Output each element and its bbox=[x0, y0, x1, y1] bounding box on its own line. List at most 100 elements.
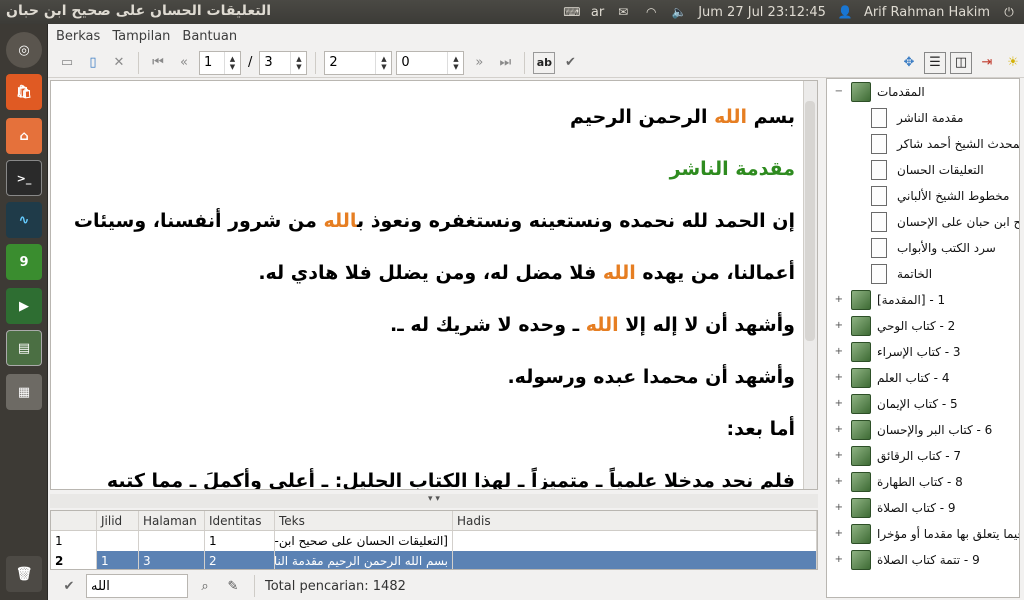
page-spinner[interactable]: 2 ▲ ▼ bbox=[324, 50, 393, 75]
move-icon[interactable]: ✥ bbox=[898, 52, 920, 74]
expand-icon[interactable]: + bbox=[833, 555, 843, 565]
reading-pane[interactable]: بسم الله الرحمن الرحيم مقدمة الناشر إن الح… bbox=[50, 80, 818, 490]
expand-icon[interactable]: + bbox=[833, 321, 843, 331]
column-header-jilid[interactable]: Jilid bbox=[97, 511, 139, 530]
spinner-arrows-icon[interactable]: ▲ ▼ bbox=[447, 51, 463, 74]
keyboard-layout[interactable]: ar bbox=[591, 5, 604, 20]
system-tray: ⌨ ar ✉ ◠ 🔈 Jum 27 Jul 23:12:45 👤 Arif Ra… bbox=[563, 0, 1018, 24]
column-header-teks[interactable]: Teks bbox=[275, 511, 453, 530]
next-page-icon[interactable]: » bbox=[468, 52, 490, 74]
mail-icon[interactable]: ✉ bbox=[614, 5, 632, 19]
expand-icon[interactable]: + bbox=[833, 477, 843, 487]
text-span: بسم bbox=[747, 106, 795, 128]
check-icon[interactable]: ✔ bbox=[58, 575, 80, 597]
home-folder-icon[interactable]: ⌂ bbox=[6, 118, 42, 154]
tree-item[interactable]: +8 - كتاب الطهارة bbox=[827, 469, 1019, 495]
clear-search-icon[interactable]: ✎ bbox=[222, 575, 244, 597]
last-page-icon[interactable]: ⏭ bbox=[494, 52, 516, 74]
tree-item[interactable]: +1 - [المقدمة] bbox=[827, 287, 1019, 313]
column-header-index[interactable] bbox=[51, 511, 97, 530]
cell-teks: بسم الله الرحمن الرحيم مقدمة النا bbox=[275, 551, 453, 569]
expand-icon[interactable]: + bbox=[833, 399, 843, 409]
layout-horizontal-icon[interactable]: ☰ bbox=[924, 51, 946, 74]
expand-icon[interactable]: + bbox=[833, 373, 843, 383]
tree-item[interactable]: +5 - كتاب الإيمان bbox=[827, 391, 1019, 417]
column-header-hadis[interactable]: Hadis bbox=[453, 511, 817, 530]
wifi-icon[interactable]: ◠ bbox=[642, 5, 660, 19]
text-span: فلم نجد مدخلا علمياً ـ متميزاً ـ لهذا ال… bbox=[106, 470, 795, 490]
column-header-identitas[interactable]: Identitas bbox=[205, 511, 275, 530]
page-value: 2 bbox=[329, 55, 338, 70]
open-folder-icon[interactable]: ▭ bbox=[56, 52, 78, 74]
tree-item[interactable]: + فصل فيما يتعلق بها مقدما أو مؤخرا bbox=[827, 521, 1019, 547]
column-header-halaman[interactable]: Halaman bbox=[139, 511, 205, 530]
close-icon[interactable]: ✕ bbox=[108, 52, 130, 74]
expand-icon[interactable]: + bbox=[833, 529, 843, 539]
volume-spinner[interactable]: 1 ▲ ▼ bbox=[199, 50, 241, 75]
tree-item[interactable]: مقدمة الناشر bbox=[827, 105, 1019, 131]
expand-icon[interactable]: + bbox=[833, 295, 843, 305]
table-row[interactable]: 1 1 [التعليقات الحسان على صحيح ابن- bbox=[51, 531, 817, 551]
vertical-scrollbar[interactable] bbox=[803, 81, 817, 489]
results-table: Jilid Halaman Identitas Teks Hadis 1 1 [… bbox=[50, 510, 818, 570]
spinner-arrows-icon[interactable]: ▲ ▼ bbox=[290, 51, 306, 74]
hint-bulb-icon[interactable]: ☀ bbox=[1002, 52, 1024, 74]
expand-icon[interactable]: + bbox=[833, 347, 843, 357]
expand-icon[interactable]: + bbox=[833, 425, 843, 435]
document-icon[interactable]: ▯ bbox=[82, 52, 104, 74]
tree-item[interactable]: الخاتمة bbox=[827, 261, 1019, 287]
tree-item[interactable]: +9 - تتمة كتاب الصلاة bbox=[827, 547, 1019, 573]
expand-icon[interactable]: + bbox=[833, 451, 843, 461]
tree-item[interactable]: التعليقات الحسان bbox=[827, 157, 1019, 183]
user-name[interactable]: Arif Rahman Hakim bbox=[864, 5, 990, 20]
clock[interactable]: Jum 27 Jul 23:12:45 bbox=[698, 5, 826, 20]
app-9-icon[interactable]: 9 bbox=[6, 244, 42, 280]
text-span: الرحمن الرحيم bbox=[570, 106, 715, 128]
book-tree[interactable]: − المقدمات مقدمة الناشر ترجمة العلامة المحد… bbox=[826, 78, 1020, 598]
search-icon[interactable]: ⌕ bbox=[194, 575, 216, 597]
system-monitor-icon[interactable]: ∿ bbox=[6, 202, 42, 238]
terminal-icon[interactable]: >_ bbox=[6, 160, 42, 196]
previous-page-icon[interactable]: « bbox=[173, 52, 195, 74]
tree-item[interactable]: سرد الكتب والأبواب bbox=[827, 235, 1019, 261]
text-format-icon[interactable]: ab bbox=[533, 51, 556, 74]
first-page-icon[interactable]: ⏮ bbox=[147, 52, 169, 74]
menu-berkas[interactable]: Berkas bbox=[56, 29, 100, 44]
spinner-arrows-icon[interactable]: ▲ ▼ bbox=[224, 51, 240, 74]
dash-home-icon[interactable]: ◎ bbox=[6, 32, 42, 68]
keyboard-icon[interactable]: ⌨ bbox=[563, 5, 581, 19]
book-icon bbox=[851, 290, 871, 310]
trash-icon[interactable]: 🗑 bbox=[6, 556, 42, 592]
tree-item[interactable]: +2 - كتاب الوحي bbox=[827, 313, 1019, 339]
volume-total-spinner[interactable]: 3 ▲ ▼ bbox=[259, 50, 308, 75]
media-player-icon[interactable]: ▶ bbox=[6, 288, 42, 324]
workspace-switcher-icon[interactable]: ▦ bbox=[6, 374, 42, 410]
layout-vertical-icon[interactable]: ◫ bbox=[950, 51, 972, 74]
power-icon[interactable]: ⏻ bbox=[1000, 5, 1018, 19]
menu-bantuan[interactable]: Bantuan bbox=[182, 29, 237, 44]
scrollbar-thumb[interactable] bbox=[805, 101, 815, 341]
tree-item[interactable]: مخطوط الشيخ الألباني bbox=[827, 183, 1019, 209]
tree-item[interactable]: +6 - كتاب البر والإحسان bbox=[827, 417, 1019, 443]
check-icon[interactable]: ✔ bbox=[559, 52, 581, 74]
tree-item[interactable]: +4 - كتاب العلم bbox=[827, 365, 1019, 391]
search-input[interactable] bbox=[86, 574, 188, 598]
offset-spinner[interactable]: 0 ▲ ▼ bbox=[396, 50, 465, 75]
menu-tampilan[interactable]: Tampilan bbox=[112, 29, 170, 44]
tree-item[interactable]: +7 - كتاب الرقائق bbox=[827, 443, 1019, 469]
expand-icon[interactable]: + bbox=[833, 503, 843, 513]
software-center-icon[interactable]: 🛍 bbox=[6, 74, 42, 110]
tree-item[interactable]: ترجمة العلامة المحدث الشيخ أحمد شاكر bbox=[827, 131, 1019, 157]
tree-item[interactable]: +9 - كتاب الصلاة bbox=[827, 495, 1019, 521]
tree-item[interactable]: +3 - كتاب الإسراء bbox=[827, 339, 1019, 365]
pane-splitter[interactable]: ▾ ▾ bbox=[50, 494, 818, 508]
book-reader-icon[interactable]: ▤ bbox=[6, 330, 42, 366]
spinner-arrows-icon[interactable]: ▲ ▼ bbox=[375, 51, 391, 74]
volume-icon[interactable]: 🔈 bbox=[670, 5, 688, 19]
tree-item[interactable]: الإحسان في تقريب صحيح ابن حبان على الإحس… bbox=[827, 209, 1019, 235]
collapse-icon[interactable]: − bbox=[833, 87, 843, 97]
tree-item[interactable]: − المقدمات bbox=[827, 79, 1019, 105]
tree-item-label: 9 - كتاب الصلاة bbox=[877, 501, 956, 515]
exit-icon[interactable]: ⇥ bbox=[976, 52, 998, 74]
table-row-selected[interactable]: 2 1 3 2 بسم الله الرحمن الرحيم مقدمة الن… bbox=[51, 551, 817, 569]
